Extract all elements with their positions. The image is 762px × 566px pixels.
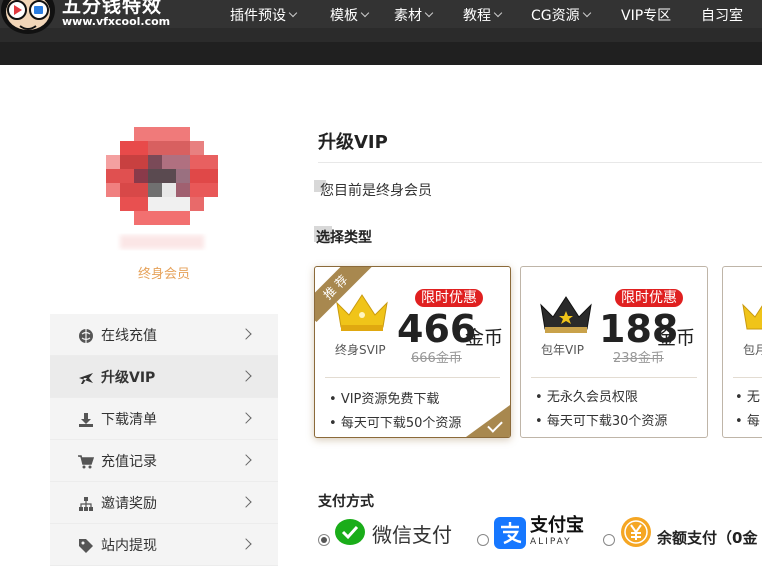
nav-templates[interactable]: 模板	[330, 4, 394, 26]
cart-icon	[78, 454, 95, 469]
card-divider	[531, 377, 697, 378]
page-title: 升级VIP	[318, 132, 388, 153]
yuan-coin-icon	[620, 516, 652, 548]
org-chart-icon	[78, 496, 94, 511]
payment-method-label: 支付方式	[318, 494, 374, 510]
nav-label: 自习室	[701, 8, 743, 24]
wechat-pay-radio[interactable]	[318, 534, 330, 546]
sidebar-item-upgrade-vip[interactable]: 升级VIP	[50, 356, 278, 398]
chevron-right-icon	[240, 496, 252, 508]
sidebar-item-label: 充值记录	[101, 453, 157, 470]
plan-card-lifetime-svip[interactable]: 推荐 终身SVIP 限时优惠 466 金币 666金币 • VIP资源免费下载 …	[314, 266, 511, 438]
wechat-icon	[334, 518, 366, 546]
sidebar-item-label: 站内提现	[101, 537, 157, 554]
plan-card-annual-vip[interactable]: 包年VIP 限时优惠 188 金币 238金币 • 无永久会员权限 • 每天可下…	[520, 266, 708, 438]
nav-label: 插件预设	[230, 8, 286, 24]
nav-materials[interactable]: 素材	[394, 4, 463, 26]
nav-plugins-presets[interactable]: 插件预设	[230, 4, 330, 26]
tag-icon	[78, 538, 94, 553]
plan-name: 终身SVIP	[335, 343, 386, 357]
balance-pay-radio[interactable]	[603, 534, 615, 546]
logo-url: www.vfxcool.com	[62, 15, 171, 28]
sidebar-item-invite-rewards[interactable]: 邀请奖励	[50, 482, 278, 524]
alipay-label-group[interactable]: 支付宝 ALIPAY	[530, 516, 586, 550]
selected-corner	[466, 405, 510, 437]
globe-icon	[78, 328, 94, 343]
nav-study-room[interactable]: 自习室	[701, 4, 761, 26]
feature-text: 无永久会员权限	[546, 390, 638, 405]
black-crown-icon	[537, 293, 595, 337]
header-bottom-band	[0, 42, 762, 65]
site-header: 五分钱特效 www.vfxcool.com 插件预设 模板 素材 教程 CG资源…	[0, 0, 762, 65]
plan-card-monthly[interactable]: 包月 • 无 • 每	[722, 266, 762, 438]
price-unit: 金币	[465, 327, 504, 349]
member-level-label: 终身会员	[137, 267, 190, 282]
chevron-down-icon	[424, 8, 434, 18]
chevron-right-icon	[240, 412, 252, 424]
chevron-down-icon	[288, 8, 298, 18]
original-price: 666金币	[411, 351, 462, 366]
price-unit: 金币	[657, 327, 696, 349]
main-nav: 插件预设 模板 素材 教程 CG资源 VIP专区 自习室	[230, 4, 761, 26]
alipay-icon	[494, 517, 526, 549]
chevron-down-icon	[360, 8, 370, 18]
sidebar-item-label: 升级VIP	[101, 369, 156, 386]
nav-label: VIP专区	[621, 8, 672, 24]
site-logo[interactable]: 五分钱特效 www.vfxcool.com	[0, 0, 170, 36]
sidebar-item-label: 邀请奖励	[101, 495, 157, 512]
sidebar: 在线充值 升级VIP 下载清单 充值记录 邀请奖励 站内提现	[50, 314, 278, 566]
plan-feature: • 每天可下载50个资源	[329, 416, 462, 431]
feature-text: 每天可下载50个资源	[340, 416, 462, 431]
monkey-logo-icon	[0, 0, 56, 36]
select-type-label: 选择类型	[316, 230, 372, 246]
alipay-sublabel: ALIPAY	[530, 537, 572, 547]
gold-crown-icon	[333, 289, 391, 333]
title-divider	[318, 162, 762, 163]
card-divider	[733, 377, 762, 378]
chevron-right-icon	[240, 370, 252, 382]
download-icon	[78, 412, 94, 427]
nav-label: 教程	[463, 8, 491, 24]
chevron-right-icon	[240, 328, 252, 340]
limited-offer-badge: 限时优惠	[615, 289, 683, 307]
plan-name: 包月	[743, 343, 762, 357]
original-price: 238金币	[613, 351, 664, 366]
plan-name: 包年VIP	[541, 343, 584, 357]
feature-text: 每	[746, 414, 760, 429]
nav-cg-resources[interactable]: CG资源	[531, 4, 621, 26]
plan-feature: • 每天可下载30个资源	[535, 414, 668, 429]
nav-label: CG资源	[531, 8, 580, 24]
wechat-pay-label[interactable]: 微信支付	[372, 519, 452, 548]
plan-feature: • 无永久会员权限	[535, 390, 638, 405]
gold-crown-icon	[739, 293, 762, 337]
nav-label: 素材	[394, 8, 422, 24]
nav-label: 模板	[330, 8, 358, 24]
membership-status: 您目前是终身会员	[320, 183, 432, 199]
sidebar-item-download-list[interactable]: 下载清单	[50, 398, 278, 440]
chevron-right-icon	[240, 454, 252, 466]
feature-text: 每天可下载30个资源	[546, 414, 668, 429]
sidebar-item-online-recharge[interactable]: 在线充值	[50, 314, 278, 356]
limited-offer-badge: 限时优惠	[415, 289, 483, 307]
sidebar-item-label: 在线充值	[101, 327, 157, 344]
chevron-down-icon	[493, 8, 503, 18]
nav-tutorials[interactable]: 教程	[463, 4, 531, 26]
chevron-down-icon	[582, 8, 591, 18]
feature-text: 无	[746, 390, 760, 405]
plan-feature: • 每	[735, 414, 760, 429]
alipay-label: 支付宝	[530, 515, 584, 536]
sidebar-item-label: 下载清单	[101, 411, 157, 428]
plan-feature: • VIP资源免费下载	[329, 392, 440, 407]
card-divider	[325, 377, 500, 378]
feature-text: VIP资源免费下载	[340, 392, 440, 407]
plan-feature: • 无	[735, 390, 760, 405]
balance-pay-label[interactable]: 余额支付（0金	[657, 527, 757, 548]
alipay-radio[interactable]	[477, 534, 489, 546]
nav-vip-zone[interactable]: VIP专区	[621, 4, 701, 26]
chevron-right-icon	[240, 538, 252, 550]
plane-icon	[78, 370, 94, 384]
sidebar-item-recharge-records[interactable]: 充值记录	[50, 440, 278, 482]
avatar[interactable]	[106, 127, 226, 253]
logo-title: 五分钱特效	[62, 0, 163, 17]
